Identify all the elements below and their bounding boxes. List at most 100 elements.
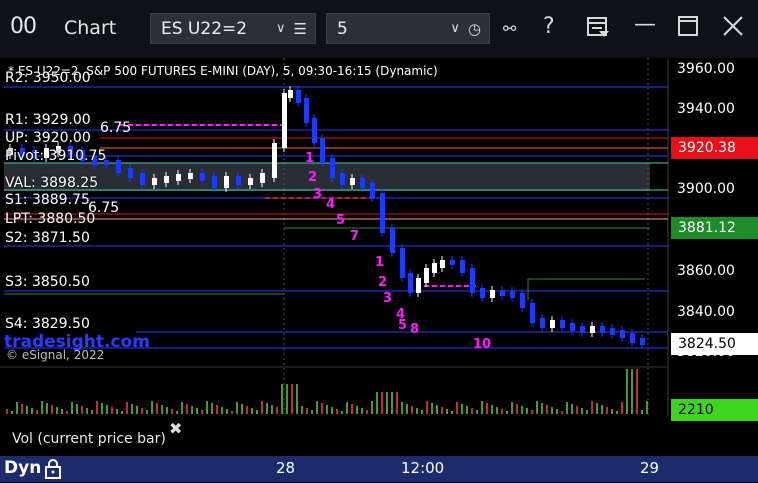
volume-study-tag[interactable]: Vol (current price bar) ✖: [0, 419, 187, 456]
title-bar: 00 Chart ES U22=2 ∨ ☰ 5 ∨ ◷ ⚯ ? —: [0, 0, 758, 58]
volume-bar: [281, 384, 283, 414]
volume-bar: [601, 405, 603, 414]
volume-bar: [36, 410, 38, 414]
clock-icon[interactable]: ◷: [468, 20, 489, 38]
candle-body: [390, 228, 395, 253]
candle-body: [520, 293, 525, 308]
close-icon[interactable]: ✖: [169, 419, 182, 438]
last-price-label-green: 3881.12: [671, 217, 758, 239]
count-label: 1: [375, 255, 384, 270]
volume-bar: [146, 410, 148, 414]
volume-bar: [41, 401, 43, 414]
candle-body: [272, 143, 277, 178]
volume-bar: [286, 384, 288, 414]
volume-bar: [6, 409, 8, 414]
pivot-level-label: S4: 3829.50: [5, 316, 90, 332]
candle-body: [450, 260, 455, 265]
volume-bar: [51, 405, 53, 414]
volume-bar: [26, 406, 28, 414]
volume-bar: [331, 407, 333, 414]
volume-bar: [66, 411, 68, 414]
x-tick: 12:00: [401, 459, 445, 477]
candle-body: [248, 178, 253, 185]
volume-bars: [6, 369, 648, 414]
volume-bar: [181, 402, 183, 414]
volume-bar: [106, 405, 108, 414]
pivot-level-label: VAL: 3898.25: [5, 175, 99, 191]
volume-bar: [511, 402, 513, 414]
volume-bar: [506, 411, 508, 414]
volume-bar: [91, 410, 93, 414]
volume-bar: [176, 411, 178, 414]
volume-bar: [556, 409, 558, 414]
layout-icon[interactable]: [586, 15, 610, 45]
volume-bar: [576, 406, 578, 414]
volume-bar: [371, 401, 373, 414]
x-tick: 29: [640, 459, 660, 477]
candle-body: [620, 330, 625, 338]
symbol-dropdown[interactable]: ES U22=2 ∨ ☰: [150, 13, 316, 44]
candle-body: [116, 160, 121, 173]
volume-bar: [466, 406, 468, 414]
partial-label: 6.75: [100, 120, 132, 136]
volume-bar: [186, 404, 188, 414]
volume-bar: [336, 409, 338, 414]
candle-body: [140, 173, 145, 185]
volume-bar: [256, 410, 258, 414]
help-icon[interactable]: ?: [543, 14, 555, 39]
volume-bar: [231, 411, 233, 414]
volume-bar: [381, 392, 383, 414]
volume-bar: [491, 405, 493, 414]
count-label: 2: [308, 170, 317, 185]
candle-body: [490, 290, 495, 298]
list-icon[interactable]: ☰: [294, 20, 315, 38]
volume-bar: [486, 403, 488, 414]
candle-body: [432, 263, 437, 273]
volume-bar: [306, 408, 308, 414]
volume-value-label: 2210: [671, 399, 758, 421]
volume-bar: [366, 410, 368, 414]
candle-body: [200, 173, 205, 181]
value-area-band: [4, 163, 650, 191]
volume-bar: [571, 404, 573, 414]
partial-label: 6.75: [88, 200, 120, 216]
volume-bar: [71, 402, 73, 414]
volume-bar: [401, 402, 403, 414]
volume-bar: [411, 406, 413, 414]
candle-body: [580, 326, 585, 333]
volume-bar: [291, 384, 293, 414]
volume-bar: [221, 407, 223, 414]
volume-bar: [451, 411, 453, 414]
pivot-level-label: R2: 3950.00: [5, 70, 91, 86]
count-label: 7: [350, 229, 359, 244]
candle-body: [560, 320, 565, 328]
volume-bar: [296, 384, 298, 414]
volume-bar: [356, 406, 358, 414]
candle-body: [370, 183, 375, 198]
volume-bar: [56, 407, 58, 414]
candle-body: [510, 291, 515, 298]
time-axis-bar: Dyn 28 12:00 29: [0, 456, 758, 482]
volume-bar: [31, 408, 33, 414]
minimize-icon[interactable]: —: [634, 12, 656, 37]
candle-body: [288, 90, 293, 98]
maximize-icon[interactable]: [677, 15, 699, 43]
x-tick: 28: [276, 459, 296, 477]
volume-bar: [101, 403, 103, 414]
lock-icon[interactable]: [44, 459, 62, 483]
volume-bar: [201, 410, 203, 414]
volume-bar: [526, 408, 528, 414]
volume-bar: [276, 407, 278, 414]
link-icon[interactable]: ⚯: [503, 19, 516, 38]
price-tick-label: 3940.00: [677, 101, 735, 117]
dynamic-label[interactable]: Dyn: [4, 458, 41, 478]
volume-bar: [636, 369, 638, 414]
candle-body: [550, 320, 555, 328]
close-icon[interactable]: [722, 15, 744, 43]
volume-bar: [61, 409, 63, 414]
interval-dropdown[interactable]: 5 ∨ ◷: [326, 13, 490, 44]
volume-bar: [151, 401, 153, 414]
candle-body: [424, 268, 429, 283]
count-label: 3: [383, 291, 392, 306]
candle-body: [460, 260, 465, 273]
